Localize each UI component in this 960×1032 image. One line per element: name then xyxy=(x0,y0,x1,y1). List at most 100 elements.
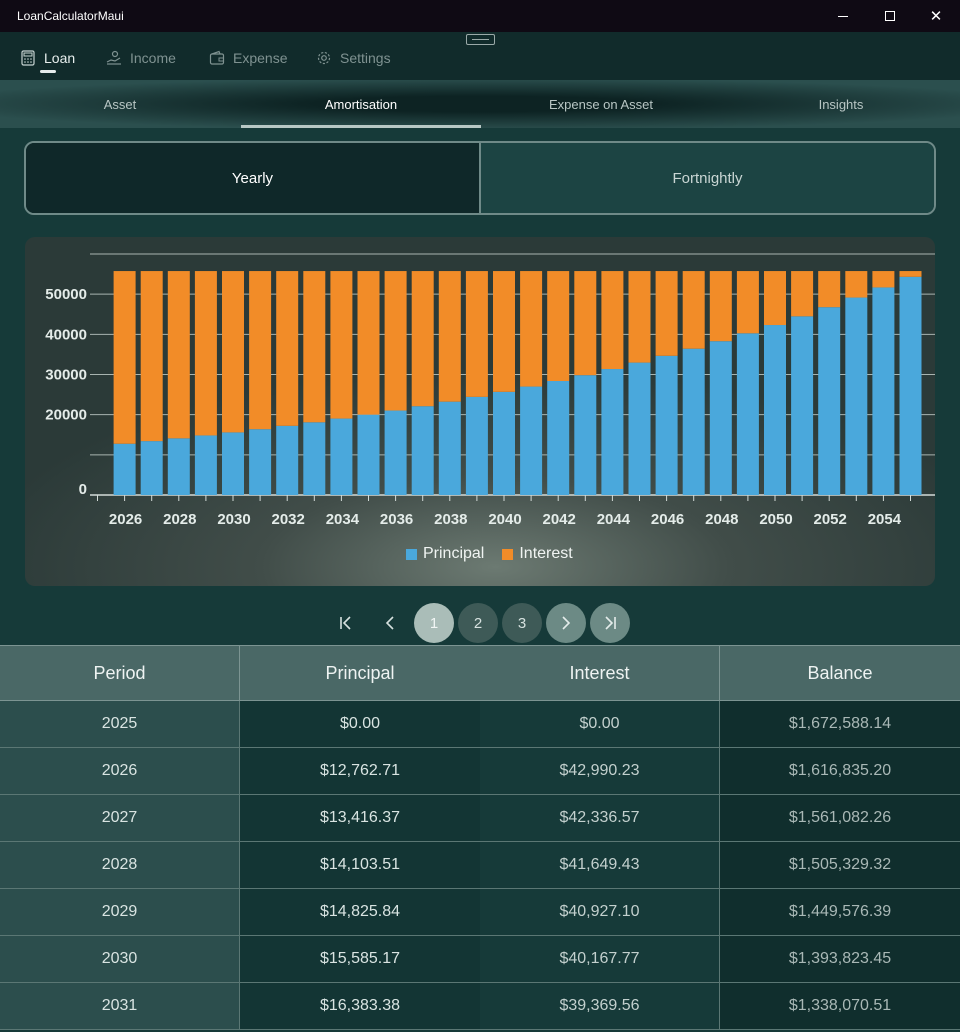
bar-interest-2041[interactable] xyxy=(520,271,543,387)
bar-interest-2053[interactable] xyxy=(845,271,868,298)
bar-principal-2028[interactable] xyxy=(167,438,190,495)
next-page-button[interactable] xyxy=(546,603,586,643)
bar-principal-2048[interactable] xyxy=(709,341,732,495)
nav-item-expense[interactable]: Expense xyxy=(209,48,287,68)
tab-insights[interactable]: Insights xyxy=(721,80,960,128)
bar-interest-2032[interactable] xyxy=(276,271,299,426)
bar-interest-2027[interactable] xyxy=(140,271,163,442)
bar-principal-2044[interactable] xyxy=(601,369,624,495)
bar-principal-2042[interactable] xyxy=(547,381,570,495)
bar-interest-2051[interactable] xyxy=(791,271,814,317)
app-title: LoanCalculatorMaui xyxy=(17,9,124,23)
title-bar: LoanCalculatorMaui ✕ xyxy=(0,0,960,32)
bar-principal-2033[interactable] xyxy=(303,422,326,495)
bar-interest-2045[interactable] xyxy=(628,271,651,363)
legend-item-principal[interactable]: Principal xyxy=(406,545,484,563)
bar-principal-2032[interactable] xyxy=(276,425,299,495)
bar-interest-2036[interactable] xyxy=(384,271,407,411)
x-tick-label: 2054 xyxy=(868,511,902,528)
bar-principal-2036[interactable] xyxy=(384,410,407,495)
bar-interest-2029[interactable] xyxy=(194,271,217,436)
bar-principal-2026[interactable] xyxy=(113,443,136,495)
column-header-principal[interactable]: Principal xyxy=(240,646,480,700)
last-page-button[interactable] xyxy=(590,603,630,643)
bar-principal-2043[interactable] xyxy=(574,375,597,495)
bar-interest-2047[interactable] xyxy=(682,271,705,349)
bar-interest-2038[interactable] xyxy=(438,271,461,402)
bar-principal-2046[interactable] xyxy=(655,355,678,495)
page-3-button[interactable]: 3 xyxy=(502,603,542,643)
bar-principal-2054[interactable] xyxy=(872,287,895,495)
bar-interest-2043[interactable] xyxy=(574,271,597,376)
close-button[interactable]: ✕ xyxy=(913,0,959,32)
bar-interest-2052[interactable] xyxy=(818,271,841,308)
bar-interest-2028[interactable] xyxy=(167,271,190,439)
bar-principal-2055[interactable] xyxy=(899,276,922,495)
bar-principal-2039[interactable] xyxy=(465,396,488,495)
nav-item-settings[interactable]: Settings xyxy=(316,48,391,68)
bar-principal-2027[interactable] xyxy=(140,441,163,495)
column-header-balance[interactable]: Balance xyxy=(720,646,960,700)
bar-interest-2030[interactable] xyxy=(222,271,244,433)
bar-interest-2044[interactable] xyxy=(601,271,624,370)
bar-interest-2054[interactable] xyxy=(872,271,895,288)
table-row[interactable]: 2029 $14,825.84 $40,927.10 $1,449,576.39 xyxy=(0,889,960,936)
table-row[interactable]: 2026 $12,762.71 $42,990.23 $1,616,835.20 xyxy=(0,748,960,795)
tab-asset[interactable]: Asset xyxy=(0,80,240,128)
bar-principal-2049[interactable] xyxy=(736,333,759,495)
bar-interest-2055[interactable] xyxy=(899,271,922,277)
bar-interest-2042[interactable] xyxy=(547,271,570,382)
column-header-period[interactable]: Period xyxy=(0,646,240,700)
bar-interest-2049[interactable] xyxy=(736,271,759,334)
bar-principal-2040[interactable] xyxy=(493,391,515,495)
interest-cell: $0.00 xyxy=(480,701,720,747)
bar-interest-2048[interactable] xyxy=(709,271,732,342)
bar-interest-2031[interactable] xyxy=(249,271,272,430)
bar-interest-2046[interactable] xyxy=(655,271,678,356)
tab-expense-on-asset[interactable]: Expense on Asset xyxy=(481,80,721,128)
chevron-right-icon xyxy=(562,616,571,630)
table-row[interactable]: 2028 $14,103.51 $41,649.43 $1,505,329.32 xyxy=(0,842,960,889)
bar-principal-2038[interactable] xyxy=(438,401,461,495)
bar-principal-2045[interactable] xyxy=(628,362,651,495)
bar-principal-2053[interactable] xyxy=(845,297,868,495)
fortnightly-option[interactable]: Fortnightly xyxy=(481,143,934,213)
bar-interest-2050[interactable] xyxy=(764,271,786,326)
bar-principal-2041[interactable] xyxy=(520,386,543,495)
bar-interest-2035[interactable] xyxy=(357,271,380,415)
bar-principal-2050[interactable] xyxy=(764,325,786,495)
bar-interest-2033[interactable] xyxy=(303,271,326,423)
bar-interest-2040[interactable] xyxy=(493,271,515,392)
bar-principal-2034[interactable] xyxy=(330,418,353,495)
tab-amortisation[interactable]: Amortisation xyxy=(241,80,481,128)
legend-item-interest[interactable]: Interest xyxy=(502,545,573,563)
bar-principal-2047[interactable] xyxy=(682,348,705,495)
table-row[interactable]: 2027 $13,416.37 $42,336.57 $1,561,082.26 xyxy=(0,795,960,842)
bar-interest-2026[interactable] xyxy=(113,271,136,444)
bar-principal-2052[interactable] xyxy=(818,307,841,495)
drag-handle-icon[interactable] xyxy=(466,34,495,45)
bar-principal-2031[interactable] xyxy=(249,429,272,495)
bar-interest-2037[interactable] xyxy=(411,271,434,407)
yearly-option[interactable]: Yearly xyxy=(26,143,481,213)
page-1-button[interactable]: 1 xyxy=(414,603,454,643)
minimize-button[interactable] xyxy=(820,0,866,32)
first-page-button[interactable] xyxy=(326,603,366,643)
bar-principal-2030[interactable] xyxy=(222,432,244,495)
bar-principal-2037[interactable] xyxy=(411,406,434,495)
principal-cell: $15,585.17 xyxy=(240,936,480,982)
table-row[interactable]: 2030 $15,585.17 $40,167.77 $1,393,823.45 xyxy=(0,936,960,983)
column-header-interest[interactable]: Interest xyxy=(480,646,720,700)
nav-item-loan[interactable]: Loan xyxy=(20,48,75,68)
table-row[interactable]: 2025 $0.00 $0.00 $1,672,588.14 xyxy=(0,701,960,748)
nav-item-income[interactable]: Income xyxy=(106,48,176,68)
bar-principal-2051[interactable] xyxy=(791,316,814,495)
previous-page-button[interactable] xyxy=(370,603,410,643)
bar-principal-2035[interactable] xyxy=(357,414,380,495)
table-row[interactable]: 2031 $16,383.38 $39,369.56 $1,338,070.51 xyxy=(0,983,960,1030)
bar-interest-2034[interactable] xyxy=(330,271,353,419)
bar-interest-2039[interactable] xyxy=(465,271,488,397)
page-2-button[interactable]: 2 xyxy=(458,603,498,643)
bar-principal-2029[interactable] xyxy=(194,435,217,495)
maximize-button[interactable] xyxy=(867,0,913,32)
